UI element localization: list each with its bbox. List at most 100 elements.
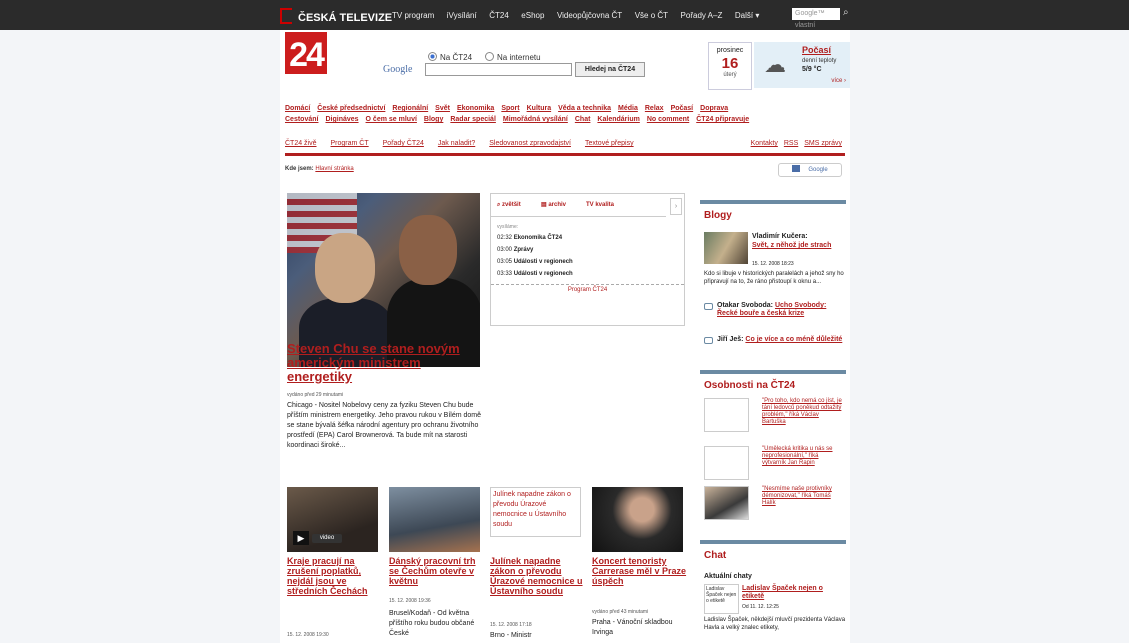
topnav-item-dalsi[interactable]: Další ▾ xyxy=(735,11,759,20)
section-link[interactable]: Počasí xyxy=(671,105,694,112)
weather-widget[interactable]: ☁ Počasí denní teploty 5/9 °C více › xyxy=(754,42,850,88)
weather-title[interactable]: Počasí xyxy=(802,45,831,55)
tab-zvetsit[interactable]: ⌕ zvětšit xyxy=(497,198,521,212)
broken-image-icon[interactable] xyxy=(704,398,749,432)
tv-row[interactable]: 03:05 Události v regionech xyxy=(497,259,573,265)
rss-link[interactable]: RSS xyxy=(784,140,798,147)
breadcrumb-home-link[interactable]: Hlavní stránka xyxy=(315,166,353,172)
weather-subtitle: denní teploty xyxy=(802,58,837,64)
top-search-input[interactable]: Google™ vlastní vyhled xyxy=(792,8,840,41)
topnav-item-tv-program[interactable]: TV program xyxy=(392,11,434,20)
sms-link[interactable]: SMS zprávy xyxy=(804,140,842,147)
subnav-link[interactable]: Sledovanost zpravodajství xyxy=(489,140,571,147)
blog-item[interactable]: Otakar Svoboda: Ucho Svobody: Řecké bouř… xyxy=(717,302,845,318)
osobnost-quote-link[interactable]: "Pro toho, kdo nemá co jíst, je tání led… xyxy=(762,398,844,426)
section-link[interactable]: Mimořádná vysílání xyxy=(503,116,568,123)
topnav-item-eshop[interactable]: eShop xyxy=(521,11,544,20)
tv-title: Ekonomika ČT24 xyxy=(513,235,563,241)
section-link[interactable]: České předsednictví xyxy=(317,105,385,112)
subnav-link[interactable]: Jak naladit? xyxy=(438,140,475,147)
blogger-avatar[interactable] xyxy=(704,232,748,264)
section-bar xyxy=(700,540,846,544)
search-input[interactable] xyxy=(425,63,572,76)
blog-item-author: Otakar Svoboda: xyxy=(717,302,774,309)
osobnost-quote-link[interactable]: "Nesmíme naše protivníky démonizovat," ř… xyxy=(762,486,844,507)
contacts-link[interactable]: Kontakty xyxy=(751,140,778,147)
google-bookmark-button[interactable]: Google xyxy=(778,163,842,177)
tab-label: archiv xyxy=(548,202,567,208)
section-link[interactable]: Domácí xyxy=(285,105,310,112)
blog-headline[interactable]: Svět, z něhož jde strach xyxy=(752,242,842,250)
section-link[interactable]: Chat xyxy=(575,116,591,123)
story-thumb[interactable]: ▶ video xyxy=(287,487,378,552)
section-link[interactable]: Věda a technika xyxy=(558,105,611,112)
blog-bubble-icon xyxy=(704,337,713,344)
main-story-title[interactable]: Steven Chu se stane novým americkým mini… xyxy=(287,342,487,384)
topnav-item-ct24[interactable]: ČT24 xyxy=(489,11,509,20)
blog-headline-link[interactable]: Svět, z něhož jde strach xyxy=(752,242,831,249)
sub-nav: ČT24 živě Program ČT Pořady ČT24 Jak naladi… xyxy=(285,140,648,147)
blog-item[interactable]: Jiří Ješ: Co je více a co méně důležité xyxy=(717,336,845,344)
osobnost-photo[interactable] xyxy=(704,486,749,520)
section-link[interactable]: ČT24 připravuje xyxy=(696,116,749,123)
chat-broken-image[interactable]: Ladislav Špaček nejen o etiketě xyxy=(704,584,739,614)
broken-image-icon[interactable] xyxy=(704,446,749,480)
section-link[interactable]: O čem se mluví xyxy=(366,116,417,123)
osobnost-quote-link[interactable]: "Umělecká kritika u nás se neprofesionál… xyxy=(762,446,844,467)
tab-tv-kvalita[interactable]: TV kvalita xyxy=(586,198,614,212)
search-icon[interactable]: ⌕ xyxy=(843,7,849,18)
subnav-link-zive[interactable]: ČT24 živě xyxy=(285,140,317,147)
date-weekday: úterý xyxy=(723,72,737,78)
section-link[interactable]: Ekonomika xyxy=(457,105,494,112)
section-link[interactable]: Cestování xyxy=(285,116,318,123)
divider xyxy=(285,153,845,156)
story-thumb[interactable] xyxy=(389,487,480,552)
section-link[interactable]: Svět xyxy=(435,105,450,112)
tv-row[interactable]: 02:32 Ekonomika ČT24 xyxy=(497,235,562,241)
section-link[interactable]: Blogy xyxy=(424,116,443,123)
broken-image[interactable]: Julínek napadne zákon o převodu Úrazové … xyxy=(490,487,581,537)
ct24-logo[interactable]: 24 xyxy=(285,32,327,74)
tv-time: 03:05 xyxy=(497,259,513,265)
section-link[interactable]: Regionální xyxy=(392,105,428,112)
radio-na-internetu[interactable]: Na internetu xyxy=(485,52,541,62)
story-title[interactable]: Julínek napadne zákon o převodu Úrazové … xyxy=(490,556,586,596)
tab-archiv[interactable]: ▤ archiv xyxy=(541,198,566,212)
blog-date: 15. 12. 2008 18:23 xyxy=(752,261,794,267)
section-link[interactable]: No comment xyxy=(647,116,689,123)
radio-na-ct24[interactable]: Na ČT24 xyxy=(428,52,472,62)
ct-logo[interactable]: ČESKÁ TELEVIZE xyxy=(280,8,392,24)
blog-bubble-icon xyxy=(704,303,713,310)
topnav-item-vse-o-ct[interactable]: Vše o ČT xyxy=(635,11,668,20)
section-link[interactable]: Radar speciál xyxy=(450,116,496,123)
section-link[interactable]: Média xyxy=(618,105,638,112)
story-title[interactable]: Dánský pracovní trh se Čechům otevře v k… xyxy=(389,556,485,586)
story-title[interactable]: Kraje pracují na zrušení poplatků, nejdá… xyxy=(287,556,383,596)
section-link[interactable]: Relax xyxy=(645,105,664,112)
section-link[interactable]: Kultura xyxy=(527,105,552,112)
tv-row[interactable]: 03:33 Události v regionech xyxy=(497,271,573,277)
story-title[interactable]: Koncert tenoristy Carrerase měl v Praze … xyxy=(592,556,688,586)
search-button[interactable]: Hledej na ČT24 xyxy=(575,62,645,77)
weather-more-link[interactable]: více › xyxy=(831,78,846,84)
chevron-right-icon[interactable]: › xyxy=(670,198,682,215)
topnav-item-videopujcovna[interactable]: Videopůjčovna ČT xyxy=(557,11,622,20)
blog-item-link[interactable]: Co je více a co méně důležité xyxy=(745,336,842,343)
chat-link-text[interactable]: Ladislav Špaček nejen o etiketě xyxy=(742,585,823,600)
section-link[interactable]: Kalendárium xyxy=(597,116,639,123)
section-link[interactable]: Sport xyxy=(501,105,519,112)
chat-link[interactable]: Ladislav Špaček nejen o etiketě xyxy=(742,585,842,601)
story-thumb[interactable] xyxy=(592,487,683,552)
topnav-item-ivysilani[interactable]: iVysílání xyxy=(447,11,477,20)
sub-nav-right: Kontakty RSS SMS zprávy xyxy=(745,140,842,147)
subnav-link[interactable]: Textové přepisy xyxy=(585,140,634,147)
subnav-link[interactable]: Pořady ČT24 xyxy=(383,140,424,147)
topnav-item-porady[interactable]: Pořady A–Z xyxy=(681,11,723,20)
section-link[interactable]: Doprava xyxy=(700,105,728,112)
subnav-link[interactable]: Program ČT xyxy=(331,140,369,147)
main-story-time: vydáno před 29 minutami xyxy=(287,392,344,398)
tv-program-link[interactable]: Program ČT24 xyxy=(491,284,684,293)
tv-row[interactable]: 03:00 Zprávy xyxy=(497,247,533,253)
section-link[interactable]: Digináves xyxy=(325,116,358,123)
google-badge-label: Google xyxy=(808,167,828,173)
